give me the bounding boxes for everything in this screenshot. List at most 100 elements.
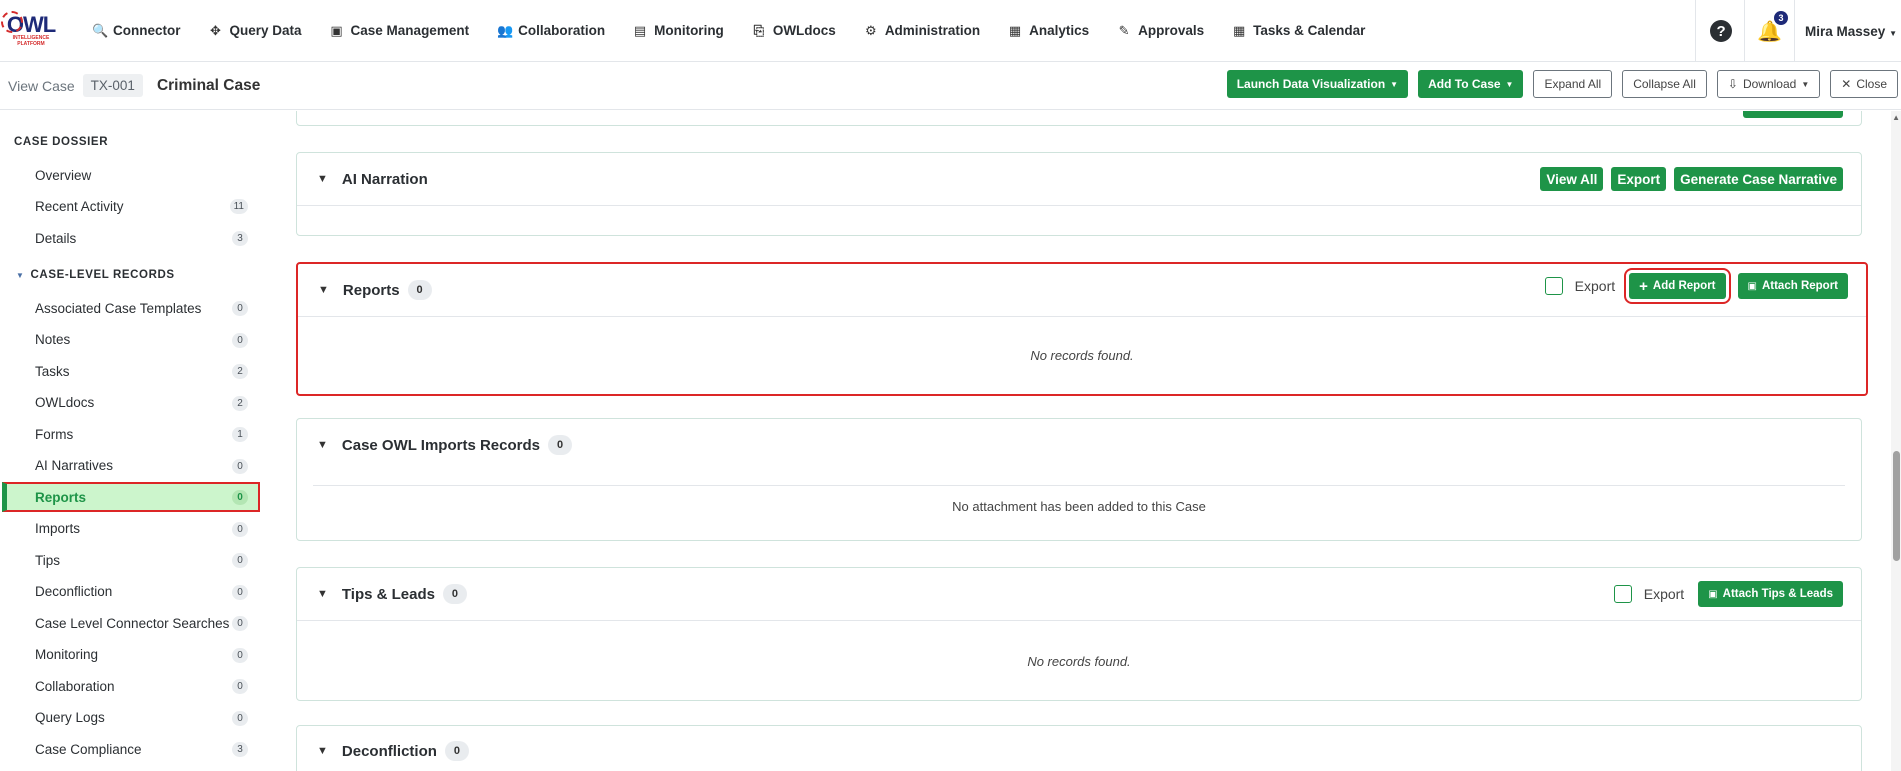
sidebar-item-details[interactable]: Details 3	[2, 223, 260, 253]
breadcrumb-view-case[interactable]: View Case	[8, 78, 75, 94]
tips-export-toggle[interactable]: Export	[1613, 585, 1684, 603]
reports-actions: Export + Add Report ▣ Attach Report	[1544, 268, 1848, 304]
sidebar-item-count: 11	[229, 199, 248, 214]
export-checkbox[interactable]	[1613, 585, 1632, 603]
nav-item-monitoring[interactable]: ▤ Monitoring	[619, 0, 738, 62]
sidebar-item-label: AI Narratives	[35, 458, 114, 473]
attach-report-button[interactable]: ▣ Attach Report	[1737, 273, 1848, 299]
sidebar-item-count: 3	[232, 742, 248, 757]
imports-count-badge: 0	[548, 435, 572, 455]
sidebar-item-recent-activity[interactable]: Recent Activity 11	[2, 191, 260, 221]
sidebar-item-ai-narratives[interactable]: AI Narratives 0	[2, 451, 260, 481]
sidebar-item-imports[interactable]: Imports 0	[2, 514, 260, 544]
notification-bell-icon[interactable]: 🔔 3	[1757, 10, 1789, 44]
sidebar-item-tasks[interactable]: Tasks 2	[2, 356, 260, 386]
nav-item-query-data[interactable]: ✥ Query Data	[195, 0, 316, 62]
sidebar-item-reports[interactable]: Reports 0	[2, 482, 260, 512]
previous-panel-button[interactable]	[1743, 111, 1843, 118]
page-title: Criminal Case	[156, 76, 261, 94]
user-menu[interactable]: Mira Massey ▼	[1805, 24, 1901, 39]
case-sidebar: CASE DOSSIER ▼ CASE-LEVEL RECORDS Overvie…	[0, 111, 262, 771]
sidebar-item-overview[interactable]: Overview	[2, 160, 260, 190]
search-icon: 🔍	[92, 22, 109, 38]
launch-data-visualization-button[interactable]: Launch Data Visualization ▼	[1226, 70, 1409, 98]
sidebar-item-count: 0	[232, 553, 248, 568]
sidebar-heading-case-level-records[interactable]: ▼ CASE-LEVEL RECORDS	[16, 269, 175, 281]
sidebar-item-label: Case Level Connector Searches	[35, 615, 230, 631]
reports-panel: ▼ Reports 0 Export + Add Report ▣ Attach R…	[296, 262, 1868, 396]
sidebar-item-deconfliction[interactable]: Deconfliction 0	[2, 577, 260, 607]
export-label: Export	[1574, 278, 1616, 294]
imports-header[interactable]: ▼ Case OWL Imports Records 0	[297, 419, 1861, 471]
sidebar-item-owldocs[interactable]: OWLdocs 2	[2, 388, 260, 418]
view-all-button[interactable]: View All	[1540, 167, 1604, 191]
close-icon: ✕	[1841, 77, 1852, 91]
attach-tips-leads-button[interactable]: ▣ Attach Tips & Leads	[1698, 581, 1843, 607]
scrollbar-thumb[interactable]	[1893, 451, 1900, 561]
nav-item-analytics[interactable]: ▦ Analytics	[994, 0, 1103, 62]
help-icon[interactable]: ?	[1710, 20, 1733, 42]
export-button[interactable]: Export	[1611, 167, 1667, 191]
generate-case-narrative-button[interactable]: Generate Case Narrative	[1674, 167, 1843, 191]
expand-all-button[interactable]: Expand All	[1533, 70, 1613, 98]
nav-item-connector[interactable]: 🔍 Connector	[78, 0, 195, 62]
nav-item-administration[interactable]: ⚙ Administration	[850, 0, 994, 62]
sidebar-item-notes[interactable]: Notes 0	[2, 325, 260, 355]
owl-logo[interactable]: OWL INTELLIGENCE PLATFORM	[0, 0, 62, 62]
tips-leads-count-badge: 0	[442, 584, 467, 604]
nav-item-collaboration[interactable]: 👥 Collaboration	[483, 0, 619, 62]
sidebar-item-label: Deconfliction	[35, 584, 113, 599]
collapse-triangle-icon[interactable]: ▼	[317, 439, 328, 451]
sidebar-item-query-logs[interactable]: Query Logs 0	[2, 703, 260, 733]
collapse-triangle-icon[interactable]: ▼	[317, 745, 328, 757]
plus-icon: +	[1639, 277, 1648, 295]
notification-count-badge: 3	[1774, 10, 1789, 25]
tips-leads-title: Tips & Leads	[341, 585, 435, 603]
collapse-triangle-icon[interactable]: ▼	[317, 173, 328, 185]
nav-item-label: Collaboration	[518, 23, 606, 38]
nav-item-tasks-calendar[interactable]: ▦ Tasks & Calendar	[1218, 0, 1379, 62]
sidebar-item-label: Notes	[35, 332, 71, 347]
sidebar-item-case-compliance[interactable]: Case Compliance 3	[2, 734, 260, 764]
sidebar-item-label: Overview	[35, 167, 92, 183]
nav-item-approvals[interactable]: ✎ Approvals	[1103, 0, 1218, 62]
sidebar-item-case-level-connector-searches[interactable]: Case Level Connector Searches 0	[2, 608, 260, 638]
export-checkbox[interactable]	[1544, 277, 1563, 295]
sidebar-item-associated-case-templates[interactable]: Associated Case Templates 0	[2, 293, 260, 323]
sidebar-item-label: Tips	[35, 552, 61, 568]
deconfliction-header[interactable]: ▼ Deconfliction 0	[297, 726, 1861, 771]
case-id-badge: TX-001	[82, 74, 143, 97]
logo-text: OWL	[0, 10, 56, 35]
collapse-triangle-icon[interactable]: ▼	[317, 588, 328, 600]
close-button[interactable]: ✕ Close	[1830, 70, 1898, 98]
reports-export-toggle[interactable]: Export	[1544, 277, 1616, 295]
sidebar-item-count: 0	[232, 458, 248, 474]
add-to-case-button[interactable]: Add To Case ▼	[1418, 70, 1524, 98]
move-arrows-icon: ✥	[210, 22, 221, 38]
tips-empty-message: No records found.	[1027, 654, 1131, 669]
sidebar-item-monitoring[interactable]: Monitoring 0	[2, 640, 260, 670]
add-report-button[interactable]: + Add Report	[1624, 268, 1731, 304]
sidebar-item-tips[interactable]: Tips 0	[2, 545, 260, 575]
sidebar-item-count: 0	[232, 679, 248, 694]
sidebar-item-collaboration[interactable]: Collaboration 0	[2, 671, 260, 701]
nav-item-label: OWLdocs	[772, 23, 836, 38]
sidebar-item-forms[interactable]: Forms 1	[2, 419, 260, 449]
nav-item-case-management[interactable]: ▣ Case Management	[316, 0, 484, 62]
collapse-triangle-icon[interactable]: ▼	[318, 284, 329, 296]
sidebar-item-count: 0	[232, 616, 248, 631]
briefcase-icon: ▣	[1747, 280, 1757, 292]
deconfliction-panel: ▼ Deconfliction 0	[296, 725, 1862, 771]
stamp-icon: ✎	[1118, 22, 1130, 38]
scroll-up-arrow-icon[interactable]: ▲	[1892, 113, 1900, 122]
sidebar-item-count: 2	[232, 395, 248, 411]
sidebar-item-count: 0	[232, 647, 248, 663]
nav-item-label: Query Data	[229, 23, 302, 38]
sidebar-item-label: Associated Case Templates	[35, 300, 202, 316]
nav-item-owldocs[interactable]: ⎘ OWLdocs	[738, 0, 850, 62]
page-scrollbar[interactable]	[1891, 111, 1901, 771]
collapse-all-button[interactable]: Collapse All	[1622, 70, 1707, 98]
ai-narration-title: AI Narration	[341, 170, 428, 188]
sidebar-item-count: 0	[232, 490, 248, 505]
download-button[interactable]: ⇩ Download ▼	[1716, 70, 1821, 98]
